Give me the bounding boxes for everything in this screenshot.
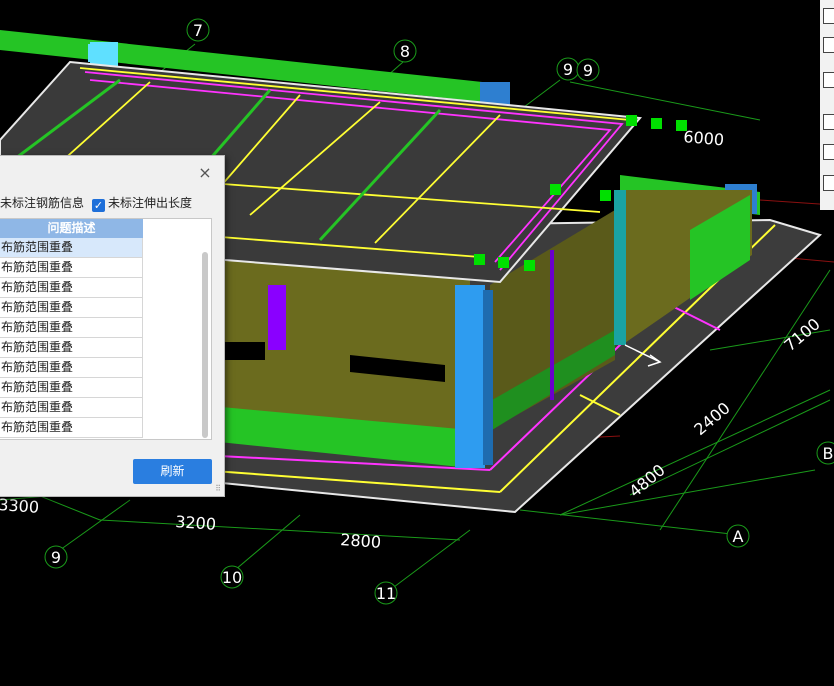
- dim-2800: 2800: [340, 530, 382, 552]
- table-row[interactable]: 布筋范围重叠: [0, 238, 143, 258]
- table-row[interactable]: 布筋范围重叠: [0, 358, 143, 378]
- axis-label-11: 11: [376, 584, 396, 603]
- dim-3300: 3300: [0, 495, 40, 517]
- dim-4800: 4800: [625, 460, 668, 501]
- column-front-side: [483, 290, 493, 465]
- filter-options: 未标注钢筋信息 ✓ 未标注伸出长度: [0, 194, 192, 212]
- right-toolbar: [820, 0, 834, 210]
- column-teal: [614, 190, 626, 345]
- axis-label-A: A: [733, 527, 744, 546]
- column-top-cyan: [88, 44, 118, 62]
- checkbox-icon[interactable]: [823, 175, 834, 191]
- dim-6000: 6000: [683, 127, 725, 149]
- column-header-description[interactable]: 问题描述: [0, 219, 143, 238]
- table-row[interactable]: 布筋范围重叠: [0, 378, 143, 398]
- toolbar-icon[interactable]: [823, 8, 834, 24]
- axis-label-9b: 9: [583, 61, 593, 80]
- table-row[interactable]: 布筋范围重叠: [0, 398, 143, 418]
- axis-label-8: 8: [400, 42, 410, 61]
- resize-grip-icon[interactable]: ⠿: [215, 484, 221, 493]
- table-row[interactable]: 布筋范围重叠: [0, 258, 143, 278]
- window-1: [225, 342, 265, 360]
- column-front-blue: [455, 285, 485, 468]
- vertical-scrollbar[interactable]: [202, 252, 208, 438]
- dim-7100: 7100: [780, 314, 823, 355]
- problem-check-dialog: × 未标注钢筋信息 ✓ 未标注伸出长度 问题描述 布筋范围重叠 布筋范围重叠 布筋范…: [0, 155, 225, 497]
- checkbox-icon[interactable]: [823, 37, 834, 53]
- checkbox-icon[interactable]: [823, 144, 834, 160]
- checkbox-icon[interactable]: [823, 114, 834, 130]
- close-icon[interactable]: ×: [196, 164, 214, 182]
- table-row[interactable]: 布筋范围重叠: [0, 298, 143, 318]
- table-rows: 布筋范围重叠 布筋范围重叠 布筋范围重叠 布筋范围重叠 布筋范围重叠 布筋范围重…: [0, 238, 143, 438]
- table-row[interactable]: 布筋范围重叠: [0, 278, 143, 298]
- axis-label-9c: 9: [51, 548, 61, 567]
- axis-label-B: B: [823, 444, 834, 463]
- dim-3200: 3200: [175, 512, 217, 534]
- option-unmarked-extension-label: 未标注伸出长度: [108, 196, 193, 210]
- checkbox-icon[interactable]: [823, 72, 834, 88]
- table-row[interactable]: 布筋范围重叠: [0, 318, 143, 338]
- dim-2400: 2400: [690, 398, 733, 439]
- option-unmarked-rebar-label: 未标注钢筋信息: [0, 196, 85, 210]
- table-row[interactable]: 布筋范围重叠: [0, 418, 143, 438]
- checkbox-checked-icon[interactable]: ✓: [92, 199, 106, 212]
- axis-label-7: 7: [193, 21, 203, 40]
- refresh-button[interactable]: 刷新: [133, 459, 212, 484]
- column-purple: [268, 285, 286, 350]
- problem-table: 问题描述 布筋范围重叠 布筋范围重叠 布筋范围重叠 布筋范围重叠 布筋范围重叠 …: [0, 218, 212, 440]
- axis-label-10: 10: [222, 568, 242, 587]
- axis-label-9a: 9: [563, 60, 573, 79]
- table-row[interactable]: 布筋范围重叠: [0, 338, 143, 358]
